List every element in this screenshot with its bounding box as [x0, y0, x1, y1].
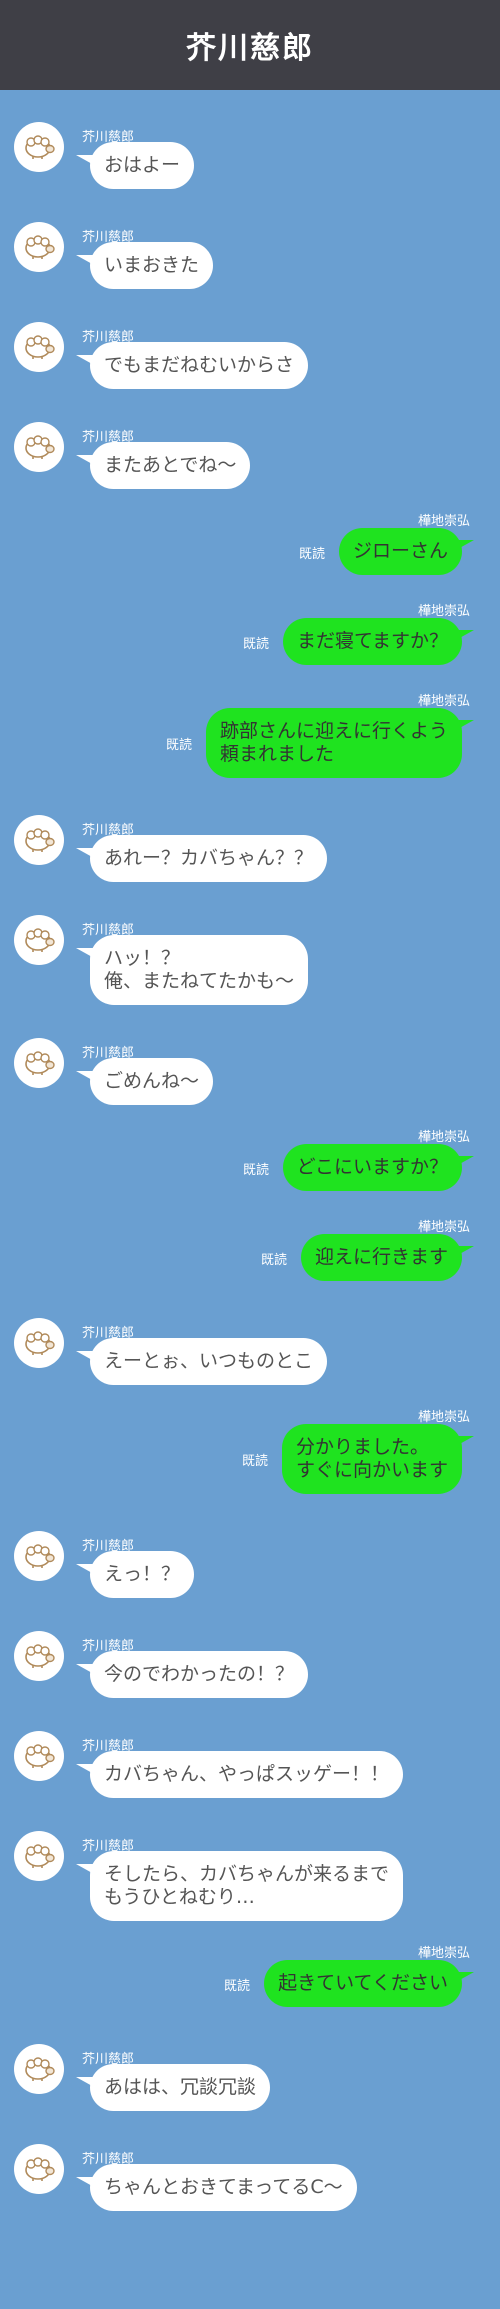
message-text: まだ寝てますか？	[296, 630, 448, 652]
chat-title: 芥川慈郎	[186, 31, 314, 66]
message-text: カバちゃん、やっぱスッゲー！！	[104, 1763, 390, 1785]
sender-name: 樺地崇弘	[417, 694, 470, 709]
message-row: 芥川慈郎 えーとぉ、いつものとこ	[0, 1296, 500, 1396]
avatar[interactable]	[14, 915, 64, 965]
chat-header: 芥川慈郎	[0, 0, 500, 90]
message-bubble[interactable]: えっ！？	[90, 1551, 195, 1598]
message-text: 跡部さんに迎えに行くよう	[219, 720, 448, 742]
message-bubble[interactable]: どこにいますか？	[282, 1144, 462, 1191]
message-text: そしたら、カバちゃんが来るまで	[104, 1863, 390, 1885]
message-bubble[interactable]: でもまだねむいからさ	[90, 342, 309, 389]
message-row: 芥川慈郎 今のでわかったの！？	[0, 1609, 500, 1709]
message-text: ごめんね～	[104, 1070, 200, 1092]
message-row: 芥川慈郎 そしたら、カバちゃんが来るまで もうひとねむり…	[0, 1809, 500, 1932]
message-bubble[interactable]: まだ寝てますか？	[282, 618, 462, 665]
avatar[interactable]	[14, 1731, 64, 1781]
sender-name: 樺地崇弘	[417, 1410, 470, 1425]
message-row: 芥川慈郎 おはよー	[0, 100, 500, 200]
message-bubble[interactable]: ジローさん	[338, 528, 462, 575]
message-text: ハッ！？	[104, 947, 181, 969]
message-text: 今のでわかったの！？	[104, 1663, 295, 1685]
message-text: 俺、またねてたかも～	[104, 970, 295, 992]
message-bubble[interactable]: おはよー	[90, 142, 195, 189]
message-list[interactable]: 芥川慈郎 おはよー 芥川慈郎 いまおきた 芥川慈郎 でもまだねむいからさ 芥川慈郎 またあとで…	[0, 90, 500, 2309]
avatar[interactable]	[14, 1038, 64, 1088]
sender-name: 樺地崇弘	[417, 1130, 470, 1145]
message-bubble[interactable]: 迎えに行きます	[300, 1234, 462, 1281]
message-text: 頼まれました	[219, 743, 334, 765]
message-bubble[interactable]: あれー？カバちゃん？？	[90, 835, 328, 882]
message-bubble[interactable]: 今のでわかったの！？	[90, 1651, 309, 1698]
read-receipt: 既読	[298, 546, 325, 562]
message-row: 芥川慈郎 またあとでね～	[0, 400, 500, 500]
message-text: どこにいますか？	[296, 1156, 448, 1178]
message-row: 芥川慈郎 えっ！？	[0, 1509, 500, 1609]
message-row: 樺地崇弘どこにいますか？ 既読	[0, 1116, 500, 1206]
message-bubble[interactable]: えーとぉ、いつものとこ	[90, 1338, 328, 1385]
avatar[interactable]	[14, 1631, 64, 1681]
message-row: 芥川慈郎 ハッ！？ 俺、またねてたかも～	[0, 893, 500, 1016]
read-receipt: 既読	[165, 738, 192, 753]
sender-name: 樺地崇弘	[417, 604, 470, 619]
message-text: すぐに向かいます	[295, 1459, 448, 1481]
read-receipt: 既読	[242, 1162, 269, 1178]
message-row: 芥川慈郎 ちゃんとおきてまってるC～	[0, 2122, 500, 2222]
message-bubble[interactable]: またあとでね～	[90, 442, 251, 489]
sender-name: 樺地崇弘	[417, 514, 470, 529]
message-text: えっ！？	[104, 1563, 181, 1585]
message-text: いまおきた	[104, 254, 200, 276]
message-text: 迎えに行きます	[314, 1246, 448, 1268]
message-bubble[interactable]: カバちゃん、やっぱスッゲー！！	[90, 1751, 404, 1798]
message-text: ちゃんとおきてまってるC～	[104, 2176, 343, 2198]
message-bubble[interactable]: ごめんね～	[90, 1058, 214, 1105]
message-bubble[interactable]: いまおきた	[90, 242, 214, 289]
message-row: 芥川慈郎 でもまだねむいからさ	[0, 300, 500, 400]
message-row: 芥川慈郎 ごめんね～	[0, 1016, 500, 1116]
message-row: 芥川慈郎 あれー？カバちゃん？？	[0, 793, 500, 893]
read-receipt: 既読	[241, 1454, 268, 1469]
avatar[interactable]	[14, 1831, 64, 1881]
message-bubble[interactable]: ちゃんとおきてまってるC～	[90, 2164, 357, 2211]
sender-name: 樺地崇弘	[417, 1220, 470, 1235]
message-text: えーとぉ、いつものとこ	[104, 1350, 314, 1372]
message-text: あはは、冗談冗談	[104, 2076, 257, 2098]
message-bubble[interactable]: 起きていてください	[264, 1960, 462, 2007]
avatar[interactable]	[14, 2044, 64, 2094]
message-row: 芥川慈郎 あはは、冗談冗談	[0, 2022, 500, 2122]
avatar[interactable]	[14, 815, 64, 865]
avatar[interactable]	[14, 322, 64, 372]
message-row: 芥川慈郎 いまおきた	[0, 200, 500, 300]
avatar[interactable]	[14, 2144, 64, 2194]
message-text: あれー？カバちゃん？？	[104, 847, 314, 869]
read-receipt: 既読	[260, 1252, 287, 1268]
message-row: 芥川慈郎 カバちゃん、やっぱスッゲー！！	[0, 1709, 500, 1809]
message-row: 樺地崇弘ジローさん 既読	[0, 500, 500, 590]
avatar[interactable]	[14, 1531, 64, 1581]
read-receipt: 既読	[223, 1978, 250, 1994]
message-bubble[interactable]: そしたら、カバちゃんが来るまで もうひとねむり…	[90, 1851, 404, 1921]
message-row: 樺地崇弘迎えに行きます 既読	[0, 1206, 500, 1296]
message-text: 分かりました。	[295, 1436, 429, 1458]
message-text: もうひとねむり…	[104, 1886, 255, 1908]
message-bubble[interactable]: 跡部さんに迎えに行くよう 頼まれました	[205, 708, 462, 778]
message-bubble[interactable]: あはは、冗談冗談	[90, 2064, 271, 2111]
message-text: 起きていてください	[278, 1972, 448, 1994]
avatar[interactable]	[14, 222, 64, 272]
avatar[interactable]	[14, 1318, 64, 1368]
read-receipt: 既読	[242, 636, 269, 652]
message-text: またあとでね～	[104, 454, 237, 476]
message-row: 樺地崇弘 分かりました。 すぐに向かいます 既読	[0, 1396, 500, 1509]
sender-name: 樺地崇弘	[417, 1946, 470, 1961]
message-row: 樺地崇弘まだ寝てますか？ 既読	[0, 590, 500, 680]
avatar[interactable]	[14, 122, 64, 172]
message-bubble[interactable]: ハッ！？ 俺、またねてたかも～	[90, 935, 309, 1005]
message-bubble[interactable]: 分かりました。 すぐに向かいます	[281, 1424, 462, 1494]
message-row: 樺地崇弘 跡部さんに迎えに行くよう 頼まれました 既読	[0, 680, 500, 793]
avatar[interactable]	[14, 422, 64, 472]
message-text: おはよー	[104, 154, 181, 176]
message-text: ジローさん	[352, 540, 448, 562]
message-row: 樺地崇弘起きていてください 既読	[0, 1932, 500, 2022]
message-text: でもまだねむいからさ	[104, 354, 295, 376]
